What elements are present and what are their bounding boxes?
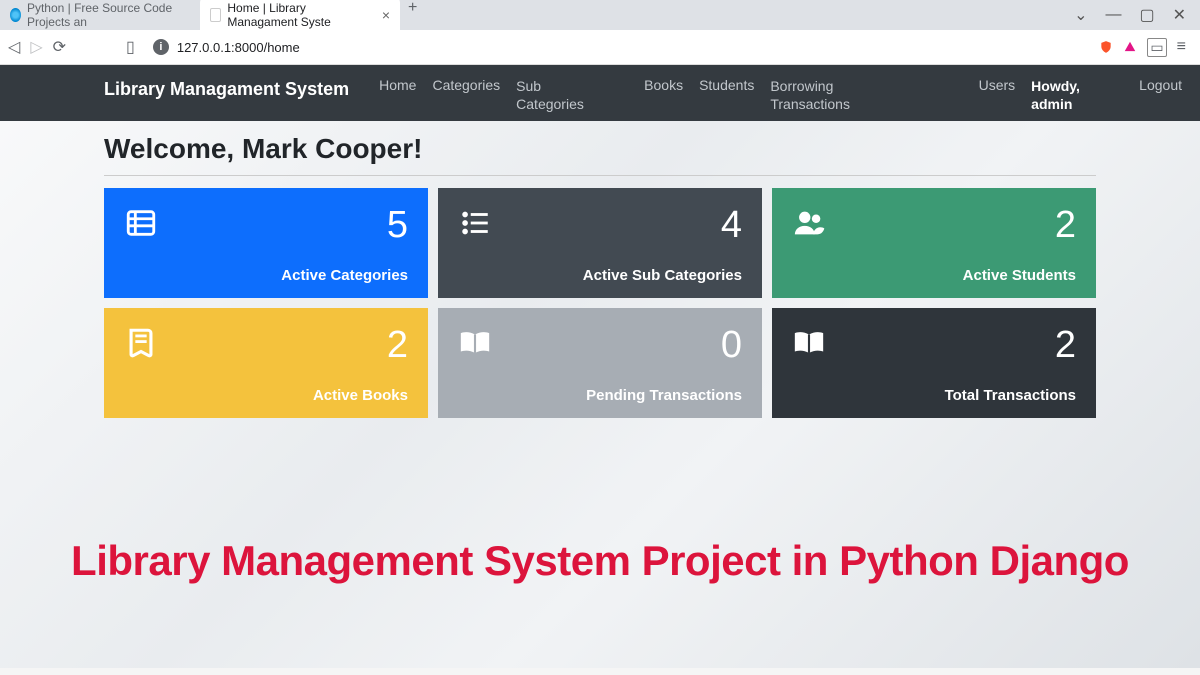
nav-sub-categories[interactable]: Sub Categories — [516, 77, 592, 113]
card-active-books[interactable]: 2 Active Books — [104, 308, 428, 418]
browser-tab-inactive[interactable]: Python | Free Source Code Projects an — [0, 0, 200, 35]
brave-shield-icon[interactable] — [1099, 40, 1113, 54]
tab-favicon-icon — [10, 8, 21, 22]
new-tab-button[interactable]: + — [400, 0, 425, 35]
nav-logout[interactable]: Logout — [1139, 77, 1182, 113]
browser-titlebar: Python | Free Source Code Projects an Ho… — [0, 0, 1200, 30]
tab-title: Python | Free Source Code Projects an — [27, 1, 190, 29]
card-label: Total Transactions — [792, 387, 1076, 404]
card-label: Pending Transactions — [458, 387, 742, 404]
app-brand[interactable]: Library Managament System — [104, 77, 349, 100]
overlay-caption: Library Management System Project in Pyt… — [71, 537, 1129, 585]
card-value: 2 — [1055, 326, 1076, 364]
page-content: Welcome, Mark Cooper! 5 Active Categorie… — [0, 121, 1200, 668]
nav-students[interactable]: Students — [699, 77, 754, 113]
dashboard-cards: 5 Active Categories 4 Active Sub Categor… — [104, 188, 1096, 418]
forward-button[interactable]: ▷ — [30, 37, 42, 57]
tab-title: Home | Library Managament Syste — [227, 1, 371, 29]
card-value: 5 — [387, 206, 408, 244]
nav-home[interactable]: Home — [379, 77, 416, 113]
url-text: 127.0.0.1:8000/home — [177, 40, 300, 55]
card-total-transactions[interactable]: 2 Total Transactions — [772, 308, 1096, 418]
users-icon — [792, 206, 826, 248]
chevron-down-icon[interactable]: ⌄ — [1074, 5, 1087, 25]
card-label: Active Categories — [124, 267, 408, 284]
tab-favicon-icon — [210, 8, 221, 22]
welcome-heading: Welcome, Mark Cooper! — [104, 133, 1096, 165]
card-value: 4 — [721, 206, 742, 244]
nav-links: Home Categories Sub Categories Books Stu… — [379, 77, 1182, 113]
app-navbar: Library Managament System Home Categorie… — [0, 65, 1200, 121]
card-active-categories[interactable]: 5 Active Categories — [104, 188, 428, 298]
nav-users[interactable]: Users — [979, 77, 1016, 113]
close-icon[interactable]: ✕ — [1173, 5, 1186, 25]
card-pending-transactions[interactable]: 0 Pending Transactions — [438, 308, 762, 418]
card-active-students[interactable]: 2 Active Students — [772, 188, 1096, 298]
nav-books[interactable]: Books — [644, 77, 683, 113]
bookmark-icon[interactable]: ▯ — [126, 37, 135, 57]
menu-icon[interactable]: ≡ — [1177, 38, 1186, 56]
card-value: 2 — [1055, 206, 1076, 244]
divider — [104, 175, 1096, 176]
brave-rewards-icon[interactable] — [1123, 40, 1137, 54]
open-book-icon — [458, 326, 492, 368]
nav-howdy[interactable]: Howdy, admin — [1031, 77, 1087, 113]
list-table-icon — [124, 206, 158, 248]
minimize-icon[interactable]: — — [1105, 6, 1121, 24]
card-label: Active Sub Categories — [458, 267, 742, 284]
card-label: Active Students — [792, 267, 1076, 284]
nav-categories[interactable]: Categories — [432, 77, 500, 113]
window-controls: ⌄ — ▢ ✕ — [1060, 5, 1200, 25]
browser-right-icons: ▭ ≡ — [1099, 38, 1192, 57]
open-book-icon — [792, 326, 826, 368]
book-icon — [124, 326, 158, 368]
site-info-icon[interactable]: i — [153, 39, 169, 55]
back-button[interactable]: ◁ — [8, 37, 20, 57]
nav-borrowing[interactable]: Borrowing Transactions — [770, 77, 856, 113]
tab-close-icon[interactable]: × — [382, 7, 390, 23]
list-icon — [458, 206, 492, 248]
pip-icon[interactable]: ▭ — [1147, 38, 1166, 57]
reload-button[interactable]: ⟳ — [53, 37, 66, 57]
url-bar[interactable]: i 127.0.0.1:8000/home — [145, 35, 1090, 59]
card-active-sub-categories[interactable]: 4 Active Sub Categories — [438, 188, 762, 298]
card-label: Active Books — [124, 387, 408, 404]
address-bar-row: ◁ ▷ ⟳ ▯ i 127.0.0.1:8000/home ▭ ≡ — [0, 30, 1200, 64]
browser-tabs: Python | Free Source Code Projects an Ho… — [0, 0, 1060, 35]
browser-chrome: Python | Free Source Code Projects an Ho… — [0, 0, 1200, 65]
card-value: 0 — [721, 326, 742, 364]
browser-tab-active[interactable]: Home | Library Managament Syste × — [200, 0, 400, 35]
maximize-icon[interactable]: ▢ — [1139, 5, 1154, 25]
card-value: 2 — [387, 326, 408, 364]
